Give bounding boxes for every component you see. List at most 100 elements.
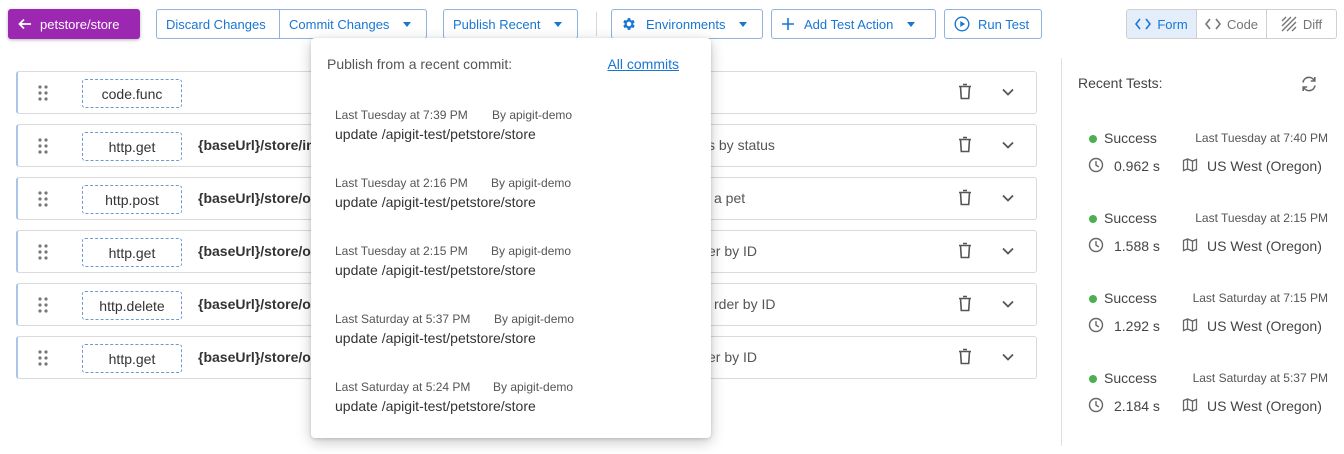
add-test-action-button[interactable]: Add Test Action: [771, 9, 936, 39]
commit-date: Last Saturday at 5:24 PM: [335, 380, 471, 394]
trash-icon[interactable]: [958, 295, 972, 312]
map-icon: [1182, 397, 1198, 413]
action-description: er by ID: [708, 243, 758, 259]
clock-icon: [1088, 397, 1104, 413]
commit-message: update /apigit-test/petstore/store: [335, 330, 536, 346]
commit-item[interactable]: Last Tuesday at 2:15 PM By apigit-demo u…: [335, 244, 695, 294]
action-description: rder by ID: [714, 296, 776, 312]
chevron-down-icon[interactable]: [1001, 191, 1015, 205]
action-type-badge[interactable]: http.get: [82, 132, 182, 161]
chevron-down-icon[interactable]: [1001, 244, 1015, 258]
action-url: {baseUrl}/store/or: [198, 243, 317, 259]
trash-icon[interactable]: [958, 242, 972, 259]
test-timestamp: Last Saturday at 7:15 PM: [1192, 291, 1328, 305]
commit-author: By apigit-demo: [492, 108, 573, 122]
map-icon: [1182, 317, 1198, 333]
toolbar-divider: [596, 12, 597, 36]
action-url: {baseUrl}/store/or: [198, 296, 317, 312]
repo-back-button[interactable]: petstore/store: [8, 9, 140, 39]
publish-recent-button[interactable]: Publish Recent: [443, 9, 578, 39]
test-duration: 2.184 s: [1114, 398, 1160, 414]
caret-down-icon: [403, 21, 412, 27]
clock-icon: [1088, 237, 1104, 253]
drag-handle-icon[interactable]: [38, 138, 48, 154]
publish-recent-label: Publish Recent: [453, 16, 541, 32]
discard-changes-label: Discard Changes: [166, 16, 266, 32]
test-timestamp: Last Tuesday at 2:15 PM: [1195, 211, 1328, 225]
code-brackets-icon: [1204, 18, 1221, 30]
view-form-button[interactable]: Form: [1127, 10, 1196, 38]
commit-item[interactable]: Last Tuesday at 7:39 PM By apigit-demo u…: [335, 108, 695, 158]
action-description: er by ID: [708, 349, 758, 365]
action-type-badge[interactable]: http.get: [82, 238, 182, 267]
caret-down-icon: [739, 21, 748, 27]
action-url: {baseUrl}/store/or: [198, 349, 317, 365]
commit-message: update /apigit-test/petstore/store: [335, 398, 536, 414]
panel-divider: [1061, 58, 1062, 446]
view-diff-button[interactable]: Diff: [1266, 10, 1336, 38]
drag-handle-icon[interactable]: [38, 191, 48, 207]
recent-test-item[interactable]: Success Last Tuesday at 2:15 PM 1.588 s …: [1078, 206, 1328, 266]
trash-icon[interactable]: [958, 189, 972, 206]
run-test-button[interactable]: Run Test: [944, 9, 1042, 39]
map-icon: [1182, 237, 1198, 253]
publish-recent-dropdown: Publish from a recent commit: All commit…: [311, 38, 711, 438]
hatch-icon: [1281, 16, 1297, 32]
action-type-badge[interactable]: http.delete: [82, 291, 182, 320]
caret-down-icon: [554, 21, 563, 27]
all-commits-link[interactable]: All commits: [607, 56, 679, 72]
action-description: a pet: [714, 190, 746, 206]
chevron-down-icon[interactable]: [1001, 138, 1015, 152]
repo-label: petstore/store: [40, 16, 120, 32]
view-mode-toggle: Form Code Diff: [1126, 9, 1337, 39]
drag-handle-icon[interactable]: [38, 244, 48, 260]
trash-icon[interactable]: [958, 348, 972, 365]
refresh-icon[interactable]: [1300, 75, 1318, 93]
play-circle-icon: [954, 16, 970, 32]
drag-handle-icon[interactable]: [38, 297, 48, 313]
test-timestamp: Last Tuesday at 7:40 PM: [1195, 131, 1328, 145]
clock-icon: [1088, 157, 1104, 173]
test-status: Success: [1104, 210, 1157, 226]
success-status-icon: [1089, 375, 1097, 383]
action-url: {baseUrl}/store/in: [198, 137, 315, 153]
action-type-badge[interactable]: code.func: [82, 79, 182, 108]
commit-item[interactable]: Last Saturday at 5:37 PM By apigit-demo …: [335, 312, 695, 362]
test-duration: 1.292 s: [1114, 318, 1160, 334]
action-type-badge[interactable]: http.get: [82, 344, 182, 373]
commit-button-group: Discard Changes Commit Changes: [156, 9, 427, 39]
trash-icon[interactable]: [958, 83, 972, 100]
chevron-down-icon[interactable]: [1001, 350, 1015, 364]
commit-item[interactable]: Last Tuesday at 2:16 PM By apigit-demo u…: [335, 176, 695, 226]
commit-item[interactable]: Last Saturday at 5:24 PM By apigit-demo …: [335, 380, 695, 430]
action-type-badge[interactable]: http.post: [82, 185, 182, 214]
drag-handle-icon[interactable]: [38, 350, 48, 366]
environments-button[interactable]: Environments: [611, 9, 763, 39]
gear-icon: [621, 16, 637, 32]
success-status-icon: [1089, 295, 1097, 303]
commit-date: Last Tuesday at 2:15 PM: [335, 244, 468, 258]
test-region: US West (Oregon): [1207, 158, 1322, 174]
recent-test-item[interactable]: Success Last Saturday at 7:15 PM 1.292 s…: [1078, 286, 1328, 346]
caret-down-icon: [907, 21, 916, 27]
drag-handle-icon[interactable]: [38, 85, 48, 101]
commit-message: update /apigit-test/petstore/store: [335, 262, 536, 278]
commit-date: Last Saturday at 5:37 PM: [335, 312, 471, 326]
recent-tests-title: Recent Tests:: [1078, 75, 1163, 91]
chevron-down-icon[interactable]: [1001, 297, 1015, 311]
clock-icon: [1088, 317, 1104, 333]
plus-icon: [781, 17, 795, 31]
recent-test-item[interactable]: Success Last Tuesday at 7:40 PM 0.962 s …: [1078, 126, 1328, 186]
test-region: US West (Oregon): [1207, 318, 1322, 334]
test-duration: 1.588 s: [1114, 238, 1160, 254]
commit-date: Last Tuesday at 7:39 PM: [335, 108, 468, 122]
commit-message: update /apigit-test/petstore/store: [335, 194, 536, 210]
chevron-down-icon[interactable]: [1001, 85, 1015, 99]
trash-icon[interactable]: [958, 136, 972, 153]
test-region: US West (Oregon): [1207, 238, 1322, 254]
success-status-icon: [1089, 215, 1097, 223]
commit-changes-button[interactable]: Commit Changes: [279, 10, 426, 38]
view-code-button[interactable]: Code: [1196, 10, 1266, 38]
recent-test-item[interactable]: Success Last Saturday at 5:37 PM 2.184 s…: [1078, 366, 1328, 426]
discard-changes-button[interactable]: Discard Changes: [157, 10, 279, 38]
